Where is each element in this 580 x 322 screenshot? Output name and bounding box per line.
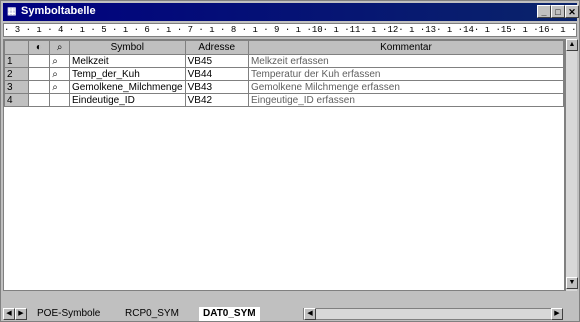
symbol-table: ◐ ⌕ Symbol Adresse Kommentar 1 ⌕ Melkzei…: [4, 40, 564, 107]
tab-next-icon[interactable]: ▶: [15, 308, 27, 320]
tab-rcp0-sym[interactable]: RCP0_SYM: [121, 307, 183, 320]
kommentar-cell[interactable]: Melkzeit erfassen: [247, 54, 564, 68]
scroll-right-icon[interactable]: ▶: [551, 308, 563, 320]
tab-prev-icon[interactable]: ◀: [3, 308, 15, 320]
close-button[interactable]: ✕: [565, 5, 579, 18]
vertical-scrollbar[interactable]: ▲ ▼: [565, 39, 578, 291]
status-cell[interactable]: [27, 93, 51, 107]
scroll-down-icon[interactable]: ▼: [566, 277, 578, 289]
unused-symbol-icon: ⌕: [52, 55, 58, 67]
overlap-icon: ◐: [35, 42, 42, 53]
table-row[interactable]: 1 ⌕ Melkzeit VB45 Melkzeit erfassen: [4, 54, 564, 68]
symboltabelle-window: ▦ Symboltabelle _ □ ✕ · 3 · ı · 4 · ı · …: [0, 0, 580, 322]
title-bar[interactable]: ▦ Symboltabelle _ □ ✕: [3, 3, 579, 21]
scroll-left-icon[interactable]: ◀: [304, 308, 316, 320]
unused-symbol-icon: ⌕: [52, 81, 58, 93]
row-number[interactable]: 3: [4, 80, 29, 94]
column-ruler: · 3 · ı · 4 · ı · 5 · ı · 6 · ı · 7 · ı …: [3, 23, 577, 37]
table-row[interactable]: 4 Eindeutige_ID VB42 Eingeutige_ID erfas…: [4, 93, 564, 107]
status-cell[interactable]: [27, 54, 51, 68]
corner-cell[interactable]: [4, 40, 29, 55]
status-cell[interactable]: [27, 80, 51, 94]
unused-cell[interactable]: [49, 93, 70, 107]
header-row: ◐ ⌕ Symbol Adresse Kommentar: [4, 40, 564, 55]
minimize-button[interactable]: _: [537, 5, 551, 18]
adresse-cell[interactable]: VB44: [184, 67, 249, 81]
header-symbol[interactable]: Symbol: [68, 40, 186, 55]
header-kommentar[interactable]: Kommentar: [247, 40, 564, 55]
adresse-cell[interactable]: VB43: [184, 80, 249, 94]
horizontal-scrollbar[interactable]: ◀ ▶: [303, 308, 563, 320]
unused-symbol-icon: ⌕: [56, 42, 63, 53]
row-number[interactable]: 4: [4, 93, 29, 107]
tab-poe-symbole[interactable]: POE-Symbole: [33, 307, 104, 320]
status-cell[interactable]: [27, 67, 51, 81]
header-unused-icon[interactable]: ⌕: [49, 40, 70, 55]
unused-cell[interactable]: ⌕: [49, 67, 70, 81]
table-row[interactable]: 2 ⌕ Temp_der_Kuh VB44 Temperatur der Kuh…: [4, 67, 564, 81]
maximize-button[interactable]: □: [551, 5, 565, 18]
row-number[interactable]: 2: [4, 67, 29, 81]
sheet-tab-bar: ◀ ▶ POE-Symbole RCP0_SYM DAT0_SYM ◀ ▶: [3, 307, 577, 321]
kommentar-cell[interactable]: Temperatur der Kuh erfassen: [247, 67, 564, 81]
row-number[interactable]: 1: [4, 54, 29, 68]
tab-dat0-sym[interactable]: DAT0_SYM: [199, 307, 260, 321]
kommentar-cell[interactable]: Eingeutige_ID erfassen: [247, 93, 564, 107]
adresse-cell[interactable]: VB45: [184, 54, 249, 68]
symbol-table-icon: ▦: [7, 6, 17, 17]
header-adresse[interactable]: Adresse: [184, 40, 249, 55]
symbol-cell[interactable]: Gemolkene_Milchmenge: [68, 80, 186, 94]
symbol-cell[interactable]: Eindeutige_ID: [68, 93, 186, 107]
table-row[interactable]: 3 ⌕ Gemolkene_Milchmenge VB43 Gemolkene …: [4, 80, 564, 94]
kommentar-cell[interactable]: Gemolkene Milchmenge erfassen: [247, 80, 564, 94]
header-status-icon[interactable]: ◐: [27, 40, 51, 55]
unused-cell[interactable]: ⌕: [49, 54, 70, 68]
symbol-cell[interactable]: Temp_der_Kuh: [68, 67, 186, 81]
unused-symbol-icon: ⌕: [52, 68, 58, 80]
adresse-cell[interactable]: VB42: [184, 93, 249, 107]
window-title: Symboltabelle: [21, 5, 96, 17]
symbol-grid: ◐ ⌕ Symbol Adresse Kommentar 1 ⌕ Melkzei…: [3, 39, 565, 291]
unused-cell[interactable]: ⌕: [49, 80, 70, 94]
symbol-cell[interactable]: Melkzeit: [68, 54, 186, 68]
scroll-up-icon[interactable]: ▲: [566, 39, 578, 51]
